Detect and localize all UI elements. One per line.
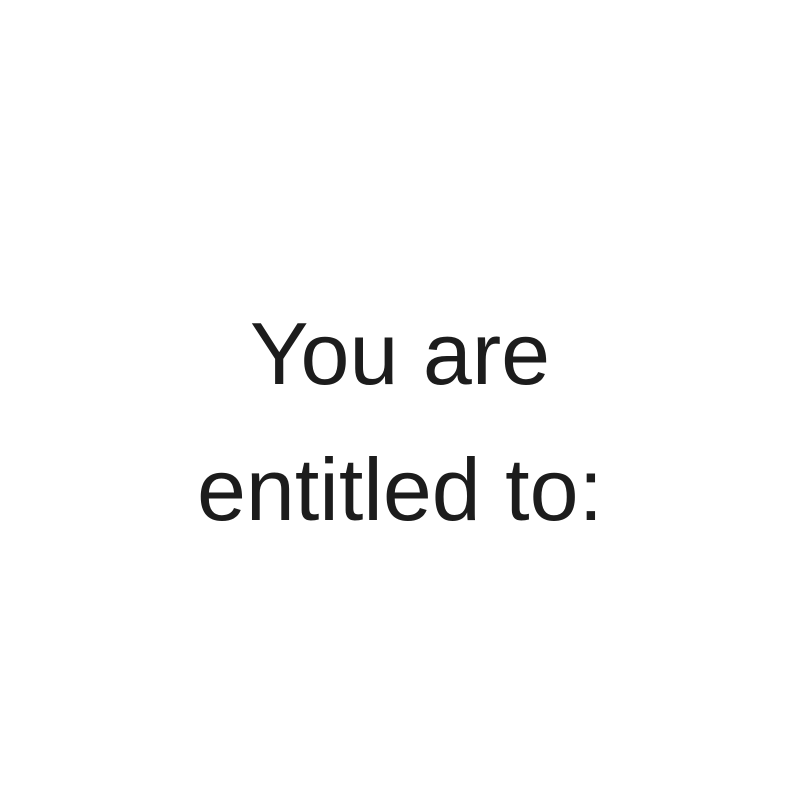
quote-graphic: You are entitled to: <box>0 0 800 800</box>
statement-line-2: entitled to: <box>196 440 604 539</box>
statement-text: You are entitled to: <box>0 286 800 558</box>
statement-line-1: You are <box>249 304 551 403</box>
